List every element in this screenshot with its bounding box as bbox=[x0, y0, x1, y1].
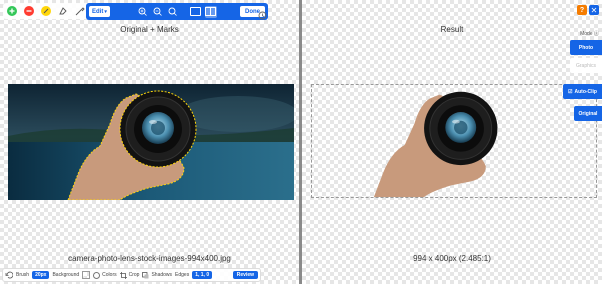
zoom-in-button[interactable] bbox=[137, 6, 149, 18]
background-label: Background bbox=[52, 272, 80, 278]
chevron-down-icon: ▾ bbox=[104, 8, 107, 15]
auto-clip-label: Auto-Clip bbox=[574, 88, 597, 95]
crop-label: Crop bbox=[128, 272, 140, 278]
result-image bbox=[373, 91, 498, 197]
brush-icon bbox=[41, 6, 51, 16]
review-button[interactable]: Review bbox=[232, 271, 258, 279]
background-swatch[interactable] bbox=[82, 271, 91, 279]
original-button[interactable]: Original bbox=[574, 106, 602, 121]
shadows-button[interactable]: Shadows bbox=[142, 271, 173, 279]
result-title: Result bbox=[440, 25, 464, 34]
edit-label: Edit bbox=[92, 8, 104, 15]
single-view-button[interactable] bbox=[190, 6, 202, 18]
result-pane: ? ✕ Result Mode ⓘ Photo Graphics ☑ Auto-… bbox=[302, 0, 602, 284]
zoom-in-icon bbox=[138, 7, 148, 16]
auto-clip-toggle[interactable]: ☑ Auto-Clip bbox=[563, 84, 602, 99]
shadows-icon bbox=[142, 271, 149, 278]
help-button[interactable]: ? bbox=[577, 5, 587, 15]
fit-button[interactable] bbox=[167, 6, 179, 18]
split-view-button[interactable] bbox=[204, 5, 217, 18]
edges-label: Edges bbox=[175, 272, 190, 278]
keep-tool[interactable] bbox=[5, 4, 19, 18]
scalpel-tool[interactable] bbox=[73, 4, 87, 18]
scalpel-icon bbox=[75, 7, 85, 16]
original-title: Original + Marks bbox=[120, 25, 179, 34]
zoom-out-icon bbox=[153, 7, 163, 16]
mode-label: Mode ⓘ bbox=[570, 30, 602, 40]
checkbox-icon: ☑ bbox=[568, 88, 573, 95]
shadows-label: Shadows bbox=[151, 272, 173, 278]
minus-circle-icon bbox=[24, 6, 34, 16]
edges-value[interactable]: 1, 1, 0 bbox=[192, 271, 213, 279]
mode-graphics-button[interactable]: Graphics bbox=[570, 58, 602, 73]
info-icon: ⓘ bbox=[593, 31, 599, 37]
edit-toolbar: Edit ▾ Done bbox=[86, 3, 268, 20]
remove-tool[interactable] bbox=[22, 4, 36, 18]
undo-icon bbox=[5, 271, 13, 279]
plus-circle-icon bbox=[7, 6, 17, 16]
hair-tool[interactable] bbox=[39, 4, 53, 18]
undo-area[interactable] bbox=[5, 271, 13, 279]
app: Edit ▾ Done Original + Marks camera-phot… bbox=[0, 0, 602, 284]
zoom-fit-icon bbox=[168, 7, 178, 16]
crop-icon bbox=[119, 271, 127, 279]
single-view-icon bbox=[190, 7, 202, 16]
history-icon bbox=[258, 11, 267, 20]
split-view-icon bbox=[205, 7, 217, 16]
lens-photo-image bbox=[8, 84, 294, 200]
mode-panel: Mode ⓘ Photo Graphics bbox=[570, 30, 602, 76]
zoom-out-button[interactable] bbox=[152, 6, 164, 18]
original-photo[interactable] bbox=[8, 84, 294, 200]
close-button[interactable]: ✕ bbox=[589, 5, 599, 15]
eraser-tool[interactable] bbox=[56, 4, 70, 18]
mode-photo-button[interactable]: Photo bbox=[570, 40, 602, 55]
brush-label: Brush bbox=[16, 272, 30, 278]
mode-text: Mode bbox=[580, 31, 593, 37]
bottom-toolbar: Brush 20px Background Colors Crop Shadow… bbox=[2, 268, 261, 282]
colors-icon bbox=[93, 271, 101, 279]
file-name: camera-photo-lens-stock-images-994x400.j… bbox=[68, 254, 231, 263]
result-dimensions: 994 x 400px (2.485:1) bbox=[413, 254, 491, 263]
result-canvas[interactable] bbox=[311, 84, 597, 198]
original-pane: Edit ▾ Done Original + Marks camera-phot… bbox=[0, 0, 299, 284]
colors-button[interactable]: Colors bbox=[93, 271, 117, 279]
crop-button[interactable]: Crop bbox=[119, 271, 140, 279]
history-button[interactable] bbox=[258, 7, 269, 20]
colors-label: Colors bbox=[102, 272, 117, 278]
eraser-icon bbox=[59, 7, 67, 15]
edit-dropdown[interactable]: Edit ▾ bbox=[89, 6, 110, 17]
brush-size-value[interactable]: 20px bbox=[32, 271, 50, 279]
